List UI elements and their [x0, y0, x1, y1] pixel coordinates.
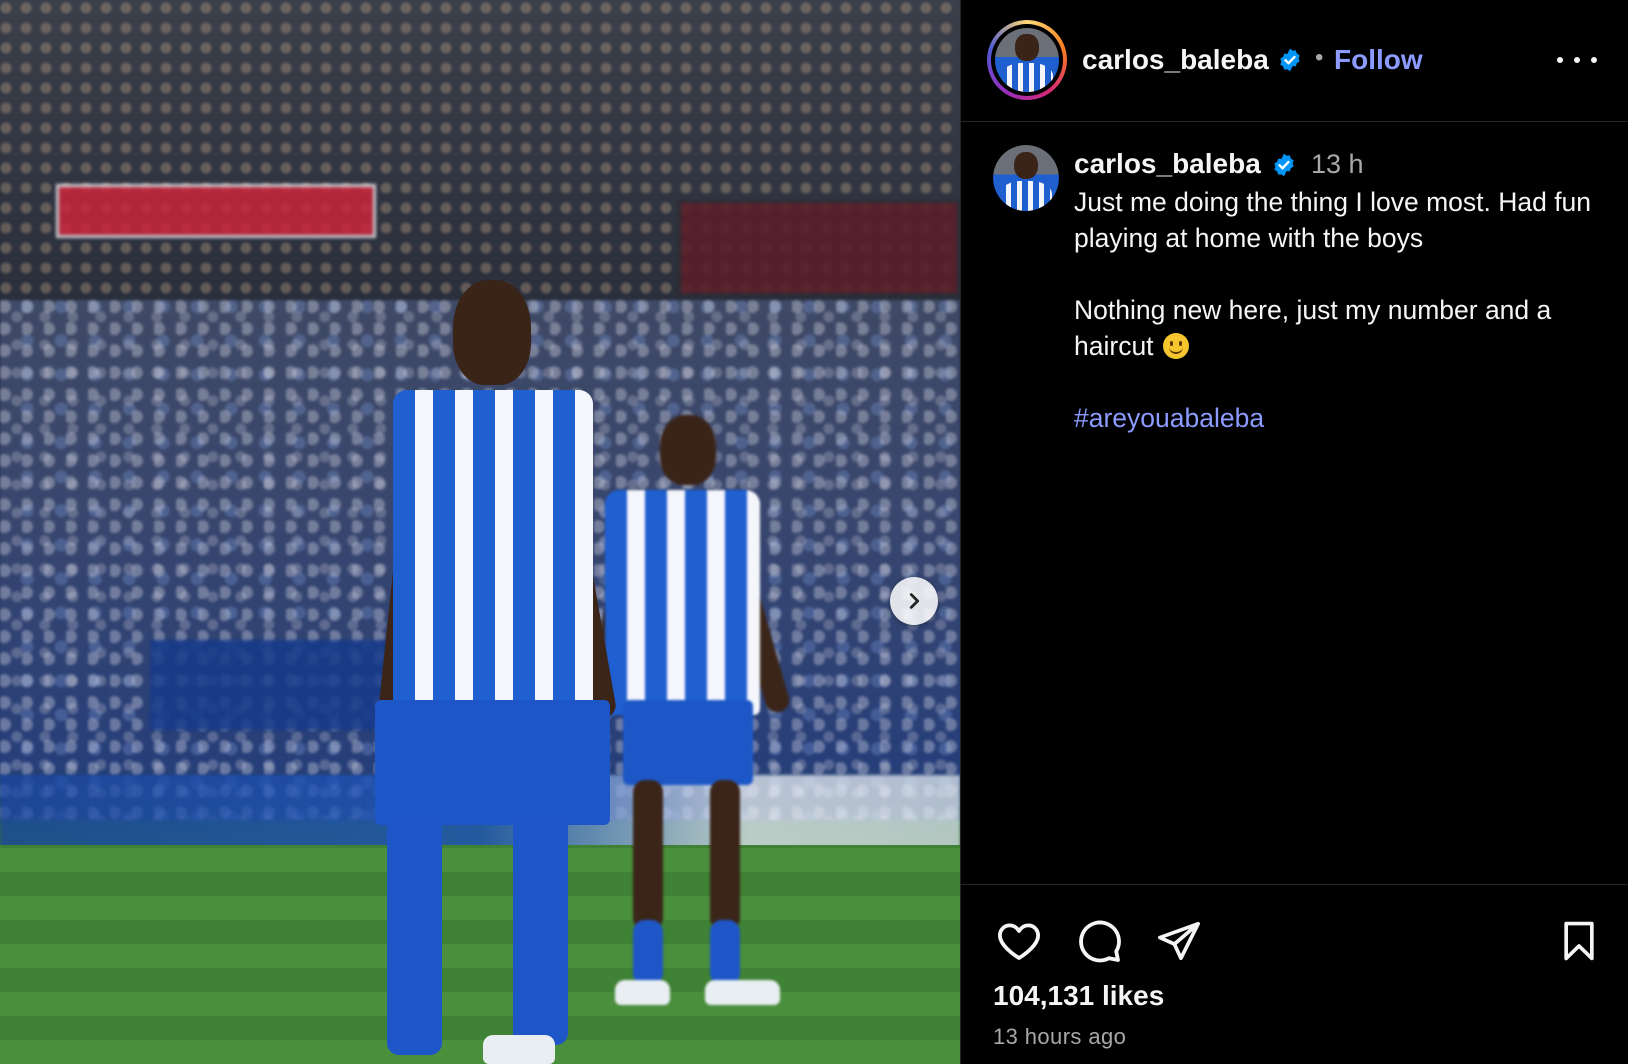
post-photo[interactable] [0, 0, 960, 1064]
post-side-panel: carlos_baleba • Follow carlos_baleba 13 … [960, 0, 1628, 1064]
separator-dot: • [1315, 44, 1324, 71]
caption-area: carlos_baleba 13 h Just me doing the thi… [961, 122, 1628, 884]
verified-badge-icon [1277, 47, 1303, 78]
caption-text: Just me doing the thing I love most. Had… [1074, 184, 1609, 436]
post-header: carlos_baleba • Follow [961, 0, 1628, 122]
caption-line-1: Just me doing the thing I love most. Had… [1074, 187, 1592, 253]
comment-button[interactable] [1073, 915, 1125, 967]
caption-username[interactable]: carlos_baleba [1074, 148, 1261, 180]
post-time-long[interactable]: 13 hours ago [993, 1024, 1126, 1050]
photo-player-foreground [365, 280, 640, 1064]
share-button[interactable] [1153, 915, 1205, 967]
caption-line-2-text: Nothing new here, just my number and a h… [1074, 295, 1552, 361]
bookmark-icon [1564, 921, 1594, 961]
next-photo-button[interactable] [890, 577, 938, 625]
slightly-smiling-face-emoji [1162, 333, 1189, 359]
follow-button[interactable]: Follow [1334, 44, 1423, 76]
hashtag-link[interactable]: #areyouabaleba [1074, 400, 1264, 436]
post-time-short[interactable]: 13 h [1311, 149, 1364, 180]
verified-badge-icon [1271, 152, 1297, 183]
avatar [995, 28, 1059, 92]
comment-bubble-icon [1079, 920, 1121, 963]
like-button[interactable] [993, 915, 1045, 967]
more-options-button[interactable] [1557, 44, 1597, 76]
story-ring-avatar[interactable] [987, 20, 1067, 100]
photo-red-sign [56, 184, 376, 238]
avatar [993, 145, 1059, 211]
caption-avatar[interactable] [993, 145, 1059, 211]
photo-blue-banner [150, 640, 400, 730]
likes-count[interactable]: 104,131 likes [993, 980, 1164, 1012]
save-button[interactable] [1553, 915, 1605, 967]
heart-icon [998, 923, 1040, 960]
caption-line-2: Nothing new here, just my number and a h… [1074, 292, 1609, 364]
paper-plane-icon [1158, 921, 1200, 961]
photo-maroon-sign [678, 200, 960, 296]
more-options-icon [1557, 57, 1563, 63]
post-actions: 104,131 likes 13 hours ago [961, 884, 1628, 1064]
header-username[interactable]: carlos_baleba [1082, 44, 1269, 76]
chevron-right-icon [909, 593, 920, 609]
